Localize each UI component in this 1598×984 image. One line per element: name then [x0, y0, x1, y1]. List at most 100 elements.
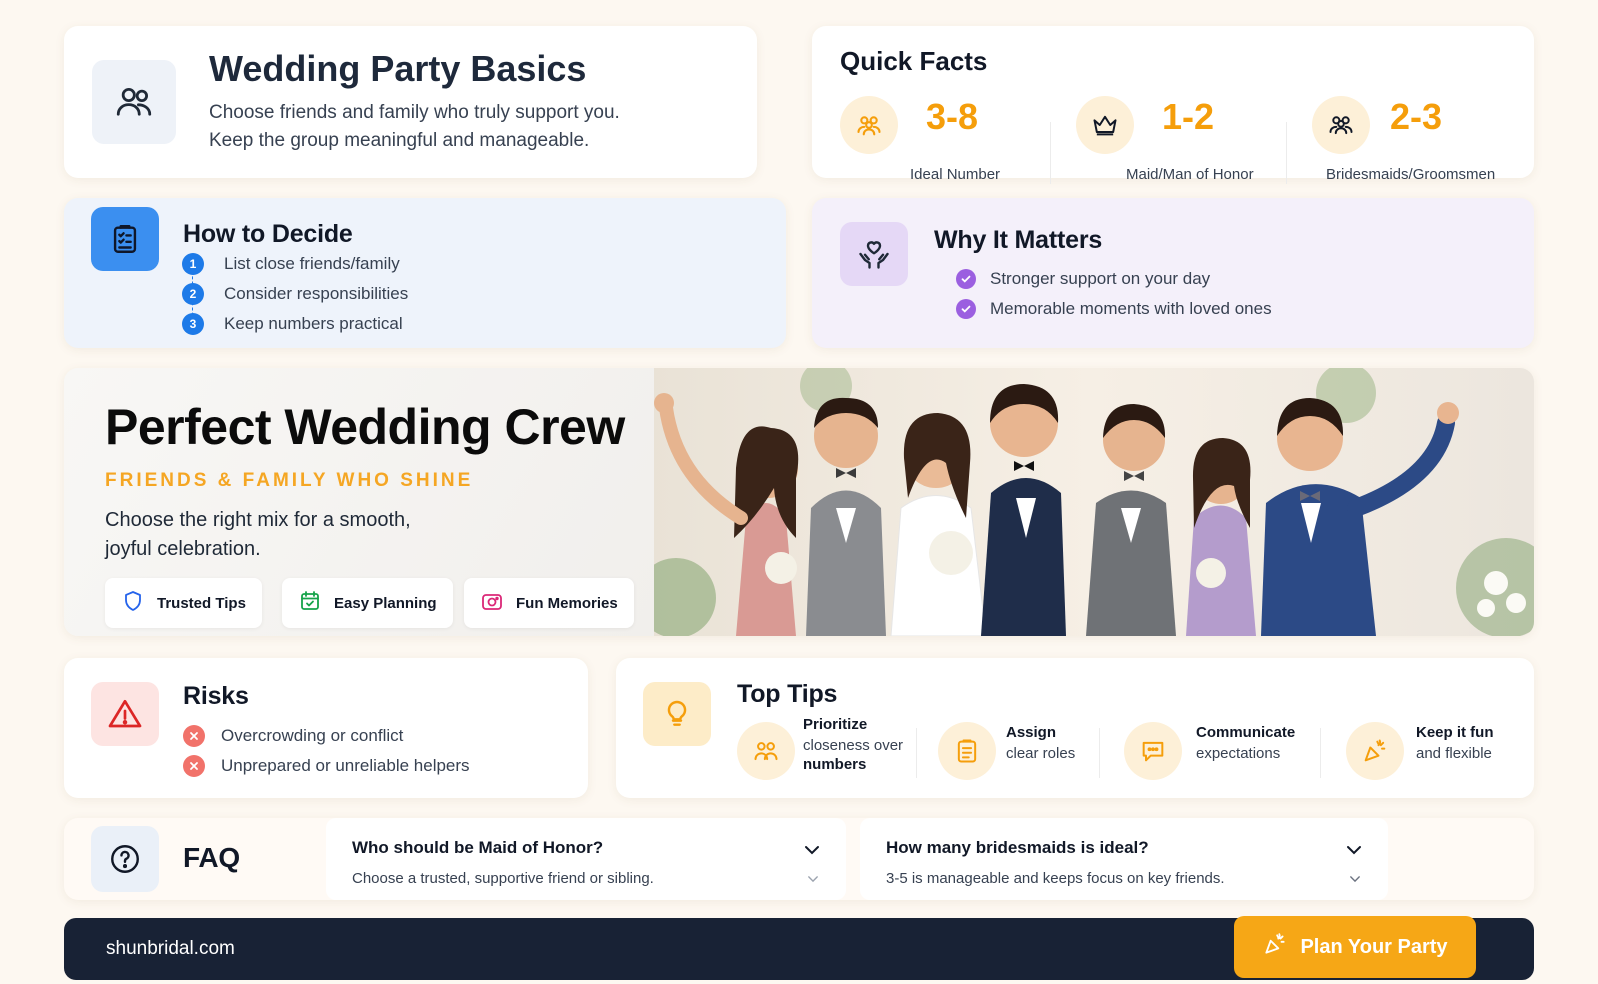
basics-card: Wedding Party Basics Choose friends and … [64, 26, 757, 178]
step-item: 3 Keep numbers practical [182, 313, 403, 335]
tip-text-bold: numbers [803, 756, 867, 773]
clipboard-icon [938, 722, 996, 780]
basics-line-1: Choose friends and family who truly supp… [209, 102, 620, 123]
divider [1099, 728, 1100, 778]
chevron-down-icon [1348, 872, 1362, 891]
x-icon [183, 755, 205, 777]
why-point-text: Memorable moments with loved ones [990, 299, 1272, 318]
plan-party-label: Plan Your Party [1300, 935, 1448, 958]
check-icon [956, 269, 976, 289]
fact-label: Ideal Number [910, 166, 1001, 183]
x-icon [183, 725, 205, 747]
site-link[interactable]: shunbridal.com [106, 938, 235, 960]
pill-trusted-tips[interactable]: Trusted Tips [105, 578, 262, 628]
hero-headline: Perfect Wedding Crew [105, 399, 625, 455]
tip-prioritize: Prioritize closeness over numbers [737, 716, 917, 784]
why-point: Stronger support on your day [956, 269, 1210, 289]
fact-label: Bridesmaids/Groomsmen [1326, 166, 1496, 183]
question-icon [91, 826, 159, 892]
tip-text: and flexible [1416, 745, 1492, 762]
why-point-text: Stronger support on your day [990, 269, 1211, 288]
wedding-party-photo [646, 368, 1534, 636]
tip-text: closeness over [803, 737, 904, 754]
risks-title: Risks [183, 682, 249, 710]
step-number: 1 [182, 253, 204, 275]
tip-bold: Prioritize [803, 716, 868, 733]
tip-assign: Assign clear roles [938, 722, 1098, 784]
check-icon [956, 299, 976, 319]
basics-line-2: Keep the group meaningful and manageable… [209, 130, 590, 151]
people-icon [92, 60, 176, 144]
pill-label: Fun Memories [516, 594, 618, 612]
lightbulb-icon [643, 682, 711, 746]
plan-party-button[interactable]: Plan Your Party [1234, 916, 1476, 978]
pill-label: Easy Planning [334, 594, 437, 612]
footer-bar: shunbridal.com Plan Your Party [64, 916, 1534, 980]
hero-subtext: Choose the right mix for a smooth, joyfu… [105, 509, 411, 560]
tip-keep-fun: Keep it fun and flexible [1346, 722, 1516, 784]
clipboard-icon [91, 207, 159, 271]
step-text: Consider responsibilities [224, 284, 409, 303]
decide-title: How to Decide [183, 220, 353, 248]
crown-icon [1076, 96, 1134, 154]
tip-bold: Keep it fun [1416, 724, 1494, 741]
quick-facts-title: Quick Facts [840, 46, 988, 76]
chevron-down-icon [806, 872, 820, 891]
why-title: Why It Matters [934, 226, 1103, 254]
faq-card: FAQ Who should be Maid of Honor? Choose … [64, 818, 1534, 900]
top-tips-card: Top Tips Prioritize closeness over numbe… [616, 658, 1534, 798]
faq-item-maid-of-honor[interactable]: Who should be Maid of Honor? Choose a tr… [326, 818, 846, 900]
step-item: 1 List close friends/family [182, 253, 400, 275]
risk-item: Unprepared or unreliable helpers [183, 755, 470, 777]
step-text: List close friends/family [224, 254, 400, 273]
party-popper-icon [1346, 722, 1404, 780]
basics-title: Wedding Party Basics [209, 48, 587, 89]
step-number: 3 [182, 313, 204, 335]
chat-icon [1124, 722, 1182, 780]
camera-icon [480, 589, 516, 617]
faq-question: How many bridesmaids is ideal? [886, 838, 1149, 857]
group-icon [840, 96, 898, 154]
fact-value: 2-3 [1390, 96, 1443, 137]
warning-icon [91, 682, 159, 746]
faq-question: Who should be Maid of Honor? [352, 838, 604, 857]
quick-facts-card: Quick Facts 3-8 Ideal Number 1-2 Maid/Ma… [812, 26, 1534, 184]
people-icon [1312, 96, 1370, 154]
step-item: 2 Consider responsibilities [182, 283, 408, 305]
tip-bold: Communicate [1196, 724, 1296, 741]
divider [916, 728, 917, 778]
fact-maid-honor: 1-2 Maid/Man of Honor [1076, 96, 1286, 183]
pill-easy-planning[interactable]: Easy Planning [282, 578, 453, 628]
fact-bridesmaids: 2-3 Bridesmaids/Groomsmen [1312, 96, 1522, 183]
shield-icon [121, 589, 157, 617]
tip-communicate: Communicate expectations [1124, 722, 1314, 784]
tips-title: Top Tips [737, 680, 838, 708]
divider [1320, 728, 1321, 778]
chevron-down-icon[interactable] [802, 840, 822, 865]
step-text: Keep numbers practical [224, 314, 403, 333]
faq-answer: Choose a trusted, supportive friend or s… [352, 870, 654, 887]
heart-hands-icon [840, 222, 908, 286]
risk-item: Overcrowding or conflict [183, 725, 403, 747]
people-icon [737, 722, 795, 780]
tip-bold: Assign [1006, 724, 1057, 741]
fact-value: 3-8 [926, 96, 979, 137]
risk-text: Unprepared or unreliable helpers [221, 756, 470, 775]
risks-card: Risks Overcrowding or conflict Unprepare… [64, 658, 588, 798]
pill-label: Trusted Tips [157, 594, 246, 612]
divider [1286, 122, 1287, 184]
faq-item-bridesmaids[interactable]: How many bridesmaids is ideal? 3-5 is ma… [860, 818, 1388, 900]
fact-value: 1-2 [1162, 96, 1215, 137]
fact-ideal-number: 3-8 Ideal Number [840, 96, 1030, 183]
why-it-matters-card: Why It Matters Stronger support on your … [812, 198, 1534, 348]
pill-fun-memories[interactable]: Fun Memories [464, 578, 634, 628]
hero-kicker: FRIENDS & FAMILY WHO SHINE [105, 470, 474, 491]
calendar-check-icon [298, 589, 334, 617]
hero-banner: Perfect Wedding Crew FRIENDS & FAMILY WH… [64, 368, 1534, 636]
divider [1050, 122, 1051, 184]
how-to-decide-card: How to Decide 1 List close friends/famil… [64, 198, 786, 348]
faq-title: FAQ [183, 842, 240, 873]
party-popper-icon [1262, 931, 1300, 963]
faq-answer: 3-5 is manageable and keeps focus on key… [886, 870, 1225, 887]
chevron-down-icon[interactable] [1344, 840, 1364, 865]
